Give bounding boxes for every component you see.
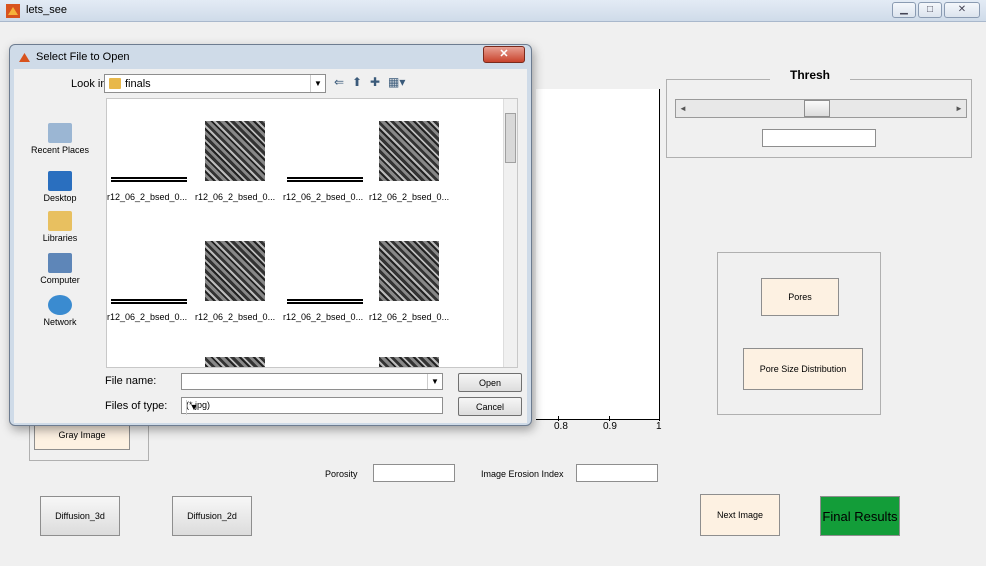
maximize-button[interactable]: □: [918, 2, 942, 18]
file-thumbnail: [287, 177, 363, 182]
folder-icon: [109, 78, 121, 89]
dialog-close-button[interactable]: ✕: [483, 46, 525, 63]
next-image-button[interactable]: Next Image: [700, 494, 780, 536]
file-name: r12_06_2_bsed_0...: [107, 312, 188, 322]
axis-tick-label: 0.9: [603, 421, 617, 432]
file-thumbnail: [111, 299, 187, 304]
file-name: r12_06_2_bsed_0...: [369, 192, 450, 202]
maximize-icon: □: [926, 4, 934, 15]
file-name: r12_06_2_bsed_0...: [107, 192, 188, 202]
up-folder-icon[interactable]: ⬆: [352, 75, 362, 89]
file-name: r12_06_2_bsed_0...: [283, 312, 364, 322]
slider-thumb[interactable]: [804, 100, 830, 117]
place-computer[interactable]: Computer: [20, 253, 100, 285]
place-label: Computer: [40, 275, 80, 285]
file-list-scrollbar[interactable]: [503, 99, 517, 367]
file-thumbnail: [379, 121, 439, 181]
file-name: r12_06_2_bsed_0...: [369, 312, 450, 322]
matlab-dialog-icon: [19, 53, 30, 62]
erosion-index-field[interactable]: [576, 464, 658, 482]
close-icon: ✕: [499, 48, 509, 60]
libraries-icon: [48, 211, 72, 231]
file-type-select[interactable]: (*.jpg) ▼: [181, 397, 443, 415]
file-thumbnail: [379, 357, 439, 367]
porosity-field[interactable]: [373, 464, 455, 482]
matlab-app-icon: [6, 4, 20, 18]
axis-tick-label: 1: [656, 421, 662, 432]
look-in-value: finals: [125, 78, 151, 90]
diffusion-3d-button[interactable]: Diffusion_3d: [40, 496, 120, 536]
place-recent[interactable]: Recent Places: [20, 123, 100, 155]
chevron-down-icon[interactable]: ▼: [427, 374, 442, 389]
pore-size-distribution-button[interactable]: Pore Size Distribution: [743, 348, 863, 390]
cancel-button[interactable]: Cancel: [458, 397, 522, 416]
recent-places-icon: [48, 123, 72, 143]
close-button[interactable]: ✕: [944, 2, 980, 18]
minimize-button[interactable]: ▁: [892, 2, 916, 18]
file-thumbnail: [379, 241, 439, 301]
final-results-button[interactable]: Final Results: [820, 496, 900, 536]
place-label: Recent Places: [30, 145, 90, 155]
chevron-down-icon[interactable]: ▼: [310, 75, 325, 92]
file-list[interactable]: r12_06_2_bsed_0... r12_06_2_bsed_0... r1…: [106, 98, 518, 368]
plot-axes: [536, 89, 660, 420]
file-name: r12_06_2_bsed_0...: [195, 312, 276, 322]
thresh-slider[interactable]: ◄ ►: [675, 99, 967, 118]
computer-icon: [48, 253, 72, 273]
porosity-label: Porosity: [325, 469, 358, 479]
network-icon: [48, 295, 72, 315]
place-network[interactable]: Network: [20, 295, 100, 327]
dialog-title: Select File to Open: [36, 51, 130, 63]
place-label: Network: [43, 317, 77, 327]
file-thumbnail: [111, 177, 187, 182]
file-name-label: File name:: [105, 375, 157, 387]
main-title-bar: lets_see ▁ □ ✕: [0, 0, 986, 22]
place-label: Desktop: [43, 193, 77, 203]
file-name-input[interactable]: ▼: [181, 373, 443, 390]
places-bar: Recent Places Desktop Libraries Computer…: [14, 123, 104, 363]
file-thumbnail: [205, 121, 265, 181]
pores-button[interactable]: Pores: [761, 278, 839, 316]
look-in-select[interactable]: finals ▼: [104, 74, 326, 93]
thresh-value-field[interactable]: [762, 129, 876, 147]
file-name: r12_06_2_bsed_0...: [195, 192, 276, 202]
back-arrow-icon[interactable]: ⇐: [334, 75, 344, 89]
erosion-index-label: Image Erosion Index: [481, 469, 564, 479]
file-thumbnail: [287, 299, 363, 304]
thresh-title: Thresh: [770, 68, 851, 82]
close-icon: ✕: [957, 4, 967, 15]
open-button[interactable]: Open: [458, 373, 522, 392]
file-thumbnail: [205, 241, 265, 301]
axis-tick-label: 0.8: [554, 421, 568, 432]
view-menu-icon[interactable]: ▦▾: [388, 75, 405, 89]
scrollbar-thumb[interactable]: [505, 113, 516, 163]
place-libraries[interactable]: Libraries: [20, 211, 100, 243]
new-folder-icon[interactable]: ✚: [370, 75, 380, 89]
file-name: r12_06_2_bsed_0...: [283, 192, 364, 202]
slider-right-arrow-icon[interactable]: ►: [952, 100, 966, 117]
desktop-icon: [48, 171, 72, 191]
file-type-label: Files of type:: [105, 400, 168, 412]
place-label: Libraries: [42, 233, 78, 243]
minimize-icon: ▁: [900, 4, 908, 15]
window-title: lets_see: [26, 4, 67, 16]
file-thumbnail: [205, 357, 265, 367]
pores-panel: [717, 252, 881, 415]
chevron-down-icon[interactable]: ▼: [186, 400, 201, 415]
place-desktop[interactable]: Desktop: [20, 171, 100, 203]
diffusion-2d-button[interactable]: Diffusion_2d: [172, 496, 252, 536]
slider-left-arrow-icon[interactable]: ◄: [676, 100, 690, 117]
file-open-dialog: Select File to Open ✕ Look in: finals ▼ …: [9, 44, 532, 426]
